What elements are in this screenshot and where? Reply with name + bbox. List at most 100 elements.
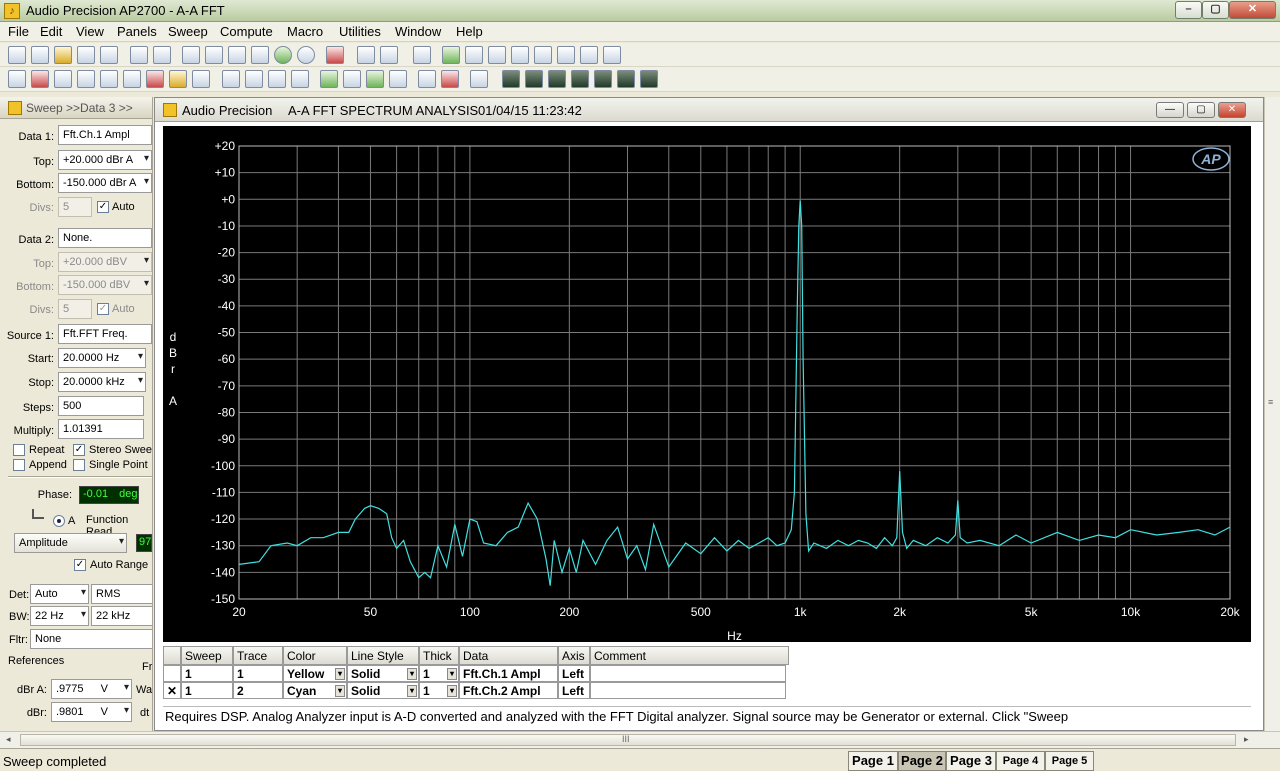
sweep-panel-icon[interactable] xyxy=(8,70,26,88)
stereo-sweep-checkbox[interactable]: ✓ xyxy=(73,444,85,456)
bug-icon[interactable] xyxy=(441,70,459,88)
dbra-field[interactable]: .9775 V xyxy=(51,679,132,699)
table-cell-thick[interactable]: 1 ▾ xyxy=(419,682,459,699)
graph-preset-5-icon[interactable] xyxy=(594,70,612,88)
det-select[interactable]: Auto xyxy=(30,584,89,604)
filter-icon[interactable] xyxy=(100,70,118,88)
macro-icon[interactable] xyxy=(413,46,431,64)
open-test-icon[interactable] xyxy=(31,46,49,64)
stop-macro-icon[interactable] xyxy=(488,46,506,64)
menu-edit[interactable]: Edit xyxy=(40,24,62,39)
dropdown-arrow-icon[interactable]: ▾ xyxy=(335,668,345,680)
table-cell-axis[interactable]: Left xyxy=(558,665,590,682)
analyzer-icon[interactable] xyxy=(54,70,72,88)
data2-field[interactable]: None. xyxy=(58,228,152,248)
bw-high-select[interactable]: 22 kHz xyxy=(91,606,152,626)
multiply-field[interactable]: 1.01391 xyxy=(58,419,144,439)
menu-window[interactable]: Window xyxy=(395,24,441,39)
page-tab-5[interactable]: Page 5 xyxy=(1045,751,1094,771)
graph-preset-2-icon[interactable] xyxy=(525,70,543,88)
steps-field[interactable]: 500 xyxy=(58,396,144,416)
auto1-checkbox[interactable]: ✓ xyxy=(97,201,109,213)
repeat-checkbox[interactable] xyxy=(13,444,25,456)
page-tab-1[interactable]: Page 1 xyxy=(848,751,898,771)
row-select-checkbox[interactable] xyxy=(163,665,181,682)
scroll-right-icon[interactable]: ▸ xyxy=(1244,734,1249,745)
page-tab-3[interactable]: Page 3 xyxy=(946,751,996,771)
table-cell-comment[interactable] xyxy=(590,665,786,682)
table-icon[interactable] xyxy=(389,70,407,88)
auto-range-checkbox[interactable]: ✓ xyxy=(74,559,86,571)
dbr-field[interactable]: .9801 V xyxy=(51,702,132,722)
menu-sweep[interactable]: Sweep xyxy=(168,24,208,39)
menu-file[interactable]: File xyxy=(8,24,29,39)
stop-field[interactable]: 20.0000 kHz xyxy=(58,372,146,392)
paste-icon[interactable] xyxy=(251,46,269,64)
step-out-icon[interactable] xyxy=(603,46,621,64)
chart-icon[interactable] xyxy=(366,70,384,88)
menu-help[interactable]: Help xyxy=(456,24,483,39)
graph-preset-4-icon[interactable] xyxy=(571,70,589,88)
data1-field[interactable]: Fft.Ch.1 Ampl xyxy=(58,125,152,145)
print-preview-icon[interactable] xyxy=(153,46,171,64)
menu-view[interactable]: View xyxy=(76,24,104,39)
plot-area[interactable]: +20 +10 +0 -10 -20 -30 -40 -50 -60 -70 -80 -90 -100 -… xyxy=(163,126,1251,643)
table-cell-trace[interactable]: 2 xyxy=(233,682,283,699)
minimize-button[interactable]: – xyxy=(1175,1,1202,19)
vertical-scrollbar[interactable]: ≡ xyxy=(1264,97,1280,731)
channel-a-radio[interactable] xyxy=(53,515,65,527)
run-macro-icon[interactable] xyxy=(442,46,460,64)
watch-icon[interactable] xyxy=(534,46,552,64)
menu-utilities[interactable]: Utilities xyxy=(339,24,381,39)
append-checkbox[interactable] xyxy=(13,459,25,471)
bottom1-field[interactable]: -150.000 dBr A xyxy=(58,173,152,193)
scroll-left-icon[interactable]: ◂ xyxy=(6,734,11,745)
limits-icon[interactable] xyxy=(169,70,187,88)
table-cell-data[interactable]: Fft.Ch.2 Ampl xyxy=(459,682,558,699)
amplitude-select[interactable]: Amplitude xyxy=(14,533,127,553)
print-icon[interactable] xyxy=(130,46,148,64)
menu-panels[interactable]: Panels xyxy=(117,24,157,39)
source1-field[interactable]: Fft.FFT Freq. xyxy=(58,324,152,344)
menu-compute[interactable]: Compute xyxy=(220,24,273,39)
generator-icon[interactable] xyxy=(31,70,49,88)
sync-icon[interactable] xyxy=(268,70,286,88)
bits-icon[interactable] xyxy=(291,70,309,88)
bottom2-field[interactable]: -150.000 dBV xyxy=(58,275,152,295)
table-cell-color[interactable]: Cyan ▾ xyxy=(283,682,347,699)
fltr-select[interactable]: None xyxy=(30,629,152,649)
save-all-icon[interactable] xyxy=(100,46,118,64)
meter-icon[interactable] xyxy=(77,70,95,88)
graph-preset-6-icon[interactable] xyxy=(617,70,635,88)
table-cell-sweep[interactable]: 1 xyxy=(181,665,233,682)
regulate-icon[interactable] xyxy=(245,70,263,88)
graph-minimize-button[interactable]: — xyxy=(1156,102,1184,118)
table-cell-color[interactable]: Yellow ▾ xyxy=(283,665,347,682)
row-select-checkbox[interactable]: ✕ xyxy=(163,682,181,699)
dropdown-arrow-icon[interactable]: ▾ xyxy=(335,685,345,697)
auto2-checkbox[interactable]: ✓ xyxy=(97,303,109,315)
pause-icon[interactable] xyxy=(465,46,483,64)
notes-icon[interactable] xyxy=(470,70,488,88)
cut-icon[interactable] xyxy=(205,46,223,64)
new-icon[interactable] xyxy=(8,46,26,64)
bargraph-icon[interactable] xyxy=(146,70,164,88)
top2-field[interactable]: +20.000 dBV xyxy=(58,252,152,272)
hand-icon[interactable] xyxy=(511,46,529,64)
maximize-button[interactable]: ▢ xyxy=(1202,1,1229,19)
undo-icon[interactable] xyxy=(182,46,200,64)
step-icon[interactable] xyxy=(557,46,575,64)
copy-icon[interactable] xyxy=(228,46,246,64)
table-cell-trace[interactable]: 1 xyxy=(233,665,283,682)
dropdown-arrow-icon[interactable]: ▾ xyxy=(407,685,417,697)
dcx-icon[interactable] xyxy=(222,70,240,88)
save-icon[interactable] xyxy=(77,46,95,64)
switcher-icon[interactable] xyxy=(123,70,141,88)
top1-field[interactable]: +20.000 dBr A xyxy=(58,150,152,170)
table-cell-thick[interactable]: 1 ▾ xyxy=(419,665,459,682)
go-icon[interactable] xyxy=(274,46,292,64)
bw-select[interactable]: 22 Hz xyxy=(30,606,89,626)
import-icon[interactable] xyxy=(320,70,338,88)
divs2-field[interactable]: 5 xyxy=(58,299,92,319)
page-tab-4[interactable]: Page 4 xyxy=(996,751,1045,771)
